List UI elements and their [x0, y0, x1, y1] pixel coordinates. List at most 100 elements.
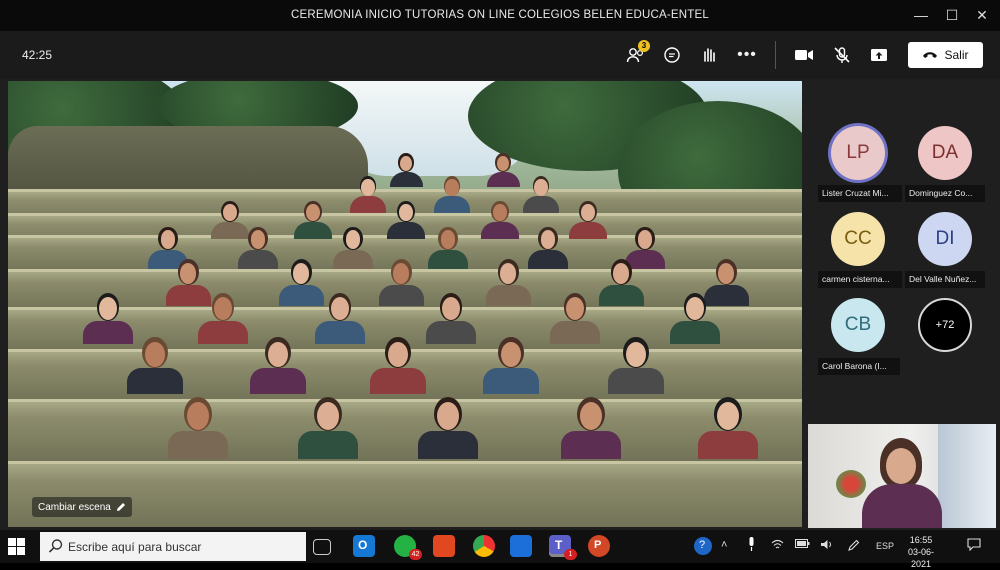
change-scene-label: Cambiar escena [38, 501, 111, 513]
taskbar-search-box[interactable]: Escribe aquí para buscar [40, 532, 306, 561]
system-clock[interactable]: 16:55 03-06-2021 [898, 534, 944, 570]
task-view-icon[interactable] [313, 539, 331, 555]
camera-icon [795, 50, 813, 60]
teams-meeting-window: CEREMONIA INICIO TUTORIAS ON LINE COLEGI… [0, 0, 1000, 530]
seated-participant [250, 337, 306, 395]
language-indicator[interactable]: ESP [876, 541, 894, 551]
whatsapp-badge: 42 [409, 549, 422, 560]
participant-body [486, 171, 520, 188]
pdf-reader-icon[interactable] [433, 535, 455, 557]
seated-participant [198, 293, 248, 344]
microphone-tray-icon[interactable] [747, 537, 756, 555]
participant-body [434, 196, 470, 214]
seated-participant [569, 201, 607, 240]
raise-hand-icon [704, 48, 715, 62]
seated-participant [483, 337, 539, 395]
seated-participant [350, 176, 386, 214]
participant-face [496, 155, 510, 172]
participant-body [83, 320, 133, 344]
remote-app-icon[interactable] [510, 535, 532, 557]
participant-face [306, 204, 320, 222]
participant-body [389, 171, 423, 188]
amphitheater-step [8, 399, 802, 465]
leave-button[interactable]: Salir [908, 42, 983, 68]
avatar-initials: LP [846, 142, 870, 163]
reactions-button[interactable] [696, 43, 722, 67]
notifications-icon[interactable] [967, 538, 981, 554]
avatar-initials: DA [931, 142, 959, 163]
pen-icon[interactable] [848, 539, 860, 554]
help-icon[interactable]: ? [694, 537, 712, 555]
participant-name-4: Carol Barona (I... [818, 358, 900, 375]
together-mode-stage: Cambiar escena [8, 81, 802, 527]
windows-start-icon[interactable] [8, 538, 25, 555]
share-screen-button[interactable] [866, 43, 892, 67]
more-options-icon[interactable]: ••• [734, 43, 760, 67]
avatar-initials: CB [844, 314, 872, 335]
meeting-toolbar: 42:25 3 ••• Salir [0, 31, 1000, 79]
seated-participant [370, 337, 426, 395]
seated-participant [523, 176, 559, 214]
participant-body [670, 320, 720, 344]
participant-face [612, 262, 630, 284]
participant-avatar-1[interactable]: DA [918, 126, 972, 180]
microphone-muted-icon [834, 47, 850, 63]
maximize-button[interactable]: ☐ [937, 4, 967, 26]
microphone-button[interactable] [829, 43, 855, 67]
participant-face [581, 204, 595, 222]
toolbar-divider [775, 41, 776, 69]
seated-participant [698, 397, 758, 459]
search-placeholder: Escribe aquí para buscar [68, 539, 202, 554]
participant-body [332, 250, 374, 270]
participant-body [250, 368, 306, 395]
avatar-initials: CC [844, 228, 872, 249]
chrome-icon[interactable] [473, 535, 495, 557]
search-icon [48, 539, 63, 553]
chevron-up-icon[interactable]: ˄ [721, 539, 727, 551]
wifi-icon[interactable]: ⠀ [771, 539, 784, 550]
participant-face [399, 155, 413, 172]
seated-participant [294, 201, 332, 240]
participant-body [168, 431, 228, 459]
participant-face [437, 402, 459, 430]
seated-participant [387, 201, 425, 240]
close-window-button[interactable]: ✕ [967, 4, 997, 26]
minimize-button[interactable]: — [906, 4, 936, 26]
participant-avatar-2[interactable]: CC [831, 212, 885, 266]
change-scene-button[interactable]: Cambiar escena [32, 497, 132, 517]
seated-participant [485, 259, 531, 306]
seated-participant [378, 259, 424, 306]
seated-participant [427, 227, 469, 270]
clock-date: 03-06-2021 [907, 547, 934, 569]
participant-avatar-0[interactable]: LP [831, 126, 885, 180]
participant-body [294, 222, 332, 240]
battery-icon[interactable] [795, 539, 810, 551]
seated-participant [418, 397, 478, 459]
participant-avatar-4[interactable]: CB [831, 298, 885, 352]
participant-body [418, 431, 478, 459]
participant-body [527, 250, 569, 270]
amphitheater-step [8, 461, 802, 527]
seated-participant [389, 153, 423, 188]
participant-body [550, 320, 600, 344]
teams-icon[interactable]: T1 [549, 535, 577, 560]
participant-body [485, 284, 531, 306]
whatsapp-icon[interactable]: 42 [394, 535, 422, 560]
seated-participant [83, 293, 133, 344]
windows-taskbar: Escribe aquí para buscar O 42 T1 P ? ˄ ⠀… [0, 530, 1000, 569]
chat-button[interactable] [659, 43, 685, 67]
clock-time: 16:55 [909, 535, 933, 545]
outlook-icon[interactable]: O [353, 535, 375, 557]
camera-button[interactable] [791, 43, 817, 67]
participant-face [330, 297, 349, 321]
participant-name-1: Dominguez Co... [905, 185, 985, 202]
more-participants-button[interactable]: +72 [918, 298, 972, 352]
volume-icon[interactable] [820, 539, 834, 553]
participant-avatar-3[interactable]: DI [918, 212, 972, 266]
powerpoint-icon[interactable]: P [588, 535, 610, 557]
participants-button[interactable]: 3 [623, 40, 650, 67]
participant-body [426, 320, 476, 344]
participant-name-3: Del Valle Nuñez... [905, 271, 985, 288]
seated-participant [670, 293, 720, 344]
participant-name-2: carmen cisterna... [818, 271, 902, 288]
